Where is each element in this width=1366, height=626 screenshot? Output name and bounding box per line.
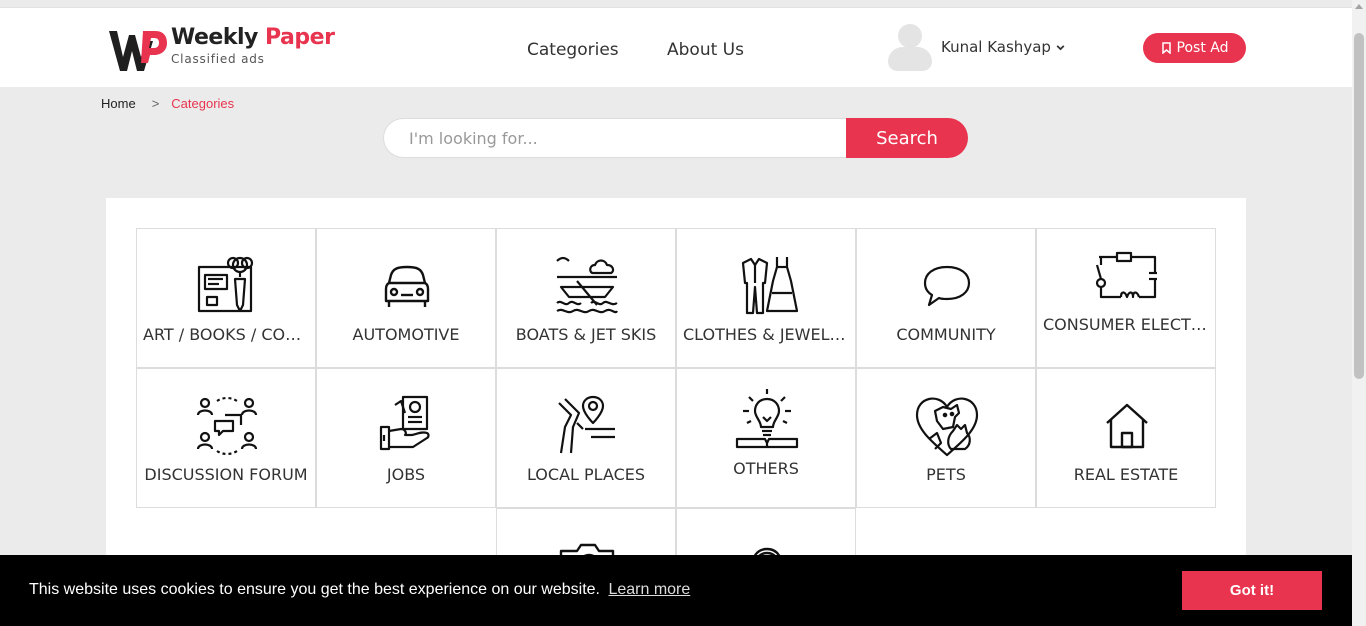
logo-title-weekly: Weekly — [171, 25, 258, 50]
category-label: DISCUSSION FORUM — [144, 465, 308, 484]
speech-bubble-icon — [923, 265, 971, 307]
category-tile-automotive[interactable]: AUTOMOTIVE — [316, 228, 496, 368]
category-label: AUTOMOTIVE — [352, 325, 460, 344]
category-tile-community[interactable]: COMMUNITY — [856, 228, 1036, 368]
category-label: LOCAL PLACES — [526, 465, 646, 484]
scrollbar-thumb[interactable] — [1354, 33, 1364, 379]
category-tile-clothes[interactable]: CLOTHES & JEWELRY — [676, 228, 856, 368]
category-tile-discussion-forum[interactable]: DISCUSSION FORUM — [136, 368, 316, 508]
cookie-message-wrapper: This website uses cookies to ensure you … — [29, 581, 690, 599]
category-label: JOBS — [386, 465, 426, 484]
category-tile-real-estate[interactable]: REAL ESTATE — [1036, 368, 1216, 508]
chevron-down-icon — [1056, 44, 1065, 50]
house-icon — [1106, 403, 1148, 449]
category-tile-art-books[interactable]: ART / BOOKS / COLLECTIBLES — [136, 228, 316, 368]
category-label: PETS — [926, 465, 966, 484]
art-books-icon — [197, 256, 254, 313]
category-label: CONSUMER ELECTRONICS — [1043, 315, 1209, 334]
avatar — [887, 22, 933, 72]
cookie-learn-more-link[interactable]: Learn more — [608, 581, 690, 598]
clothes-icon — [741, 257, 799, 315]
category-label: REAL ESTATE — [1073, 465, 1179, 484]
category-label: CLOTHES & JEWELRY — [683, 325, 849, 344]
car-icon — [384, 265, 430, 307]
breadcrumb-separator: > — [151, 96, 160, 111]
bookmark-icon — [1161, 42, 1171, 54]
cookie-message: This website uses cookies to ensure you … — [29, 581, 600, 598]
breadcrumb-home[interactable]: Home — [101, 96, 136, 111]
category-label: OTHERS — [733, 459, 799, 478]
user-menu[interactable]: Kunal Kashyap — [887, 22, 1066, 72]
category-tile-boats[interactable]: BOATS & JET SKIS — [496, 228, 676, 368]
search-button[interactable]: Search — [846, 118, 968, 158]
job-card-icon — [379, 395, 430, 451]
cookie-accept-button[interactable]: Got it! — [1182, 571, 1322, 610]
breadcrumb-current: Categories — [171, 96, 235, 111]
logo-title-paper: Paper — [265, 25, 335, 50]
category-tile-pets[interactable]: PETS — [856, 368, 1036, 508]
post-ad-label: Post Ad — [1176, 40, 1229, 56]
nav-about-us[interactable]: About Us — [667, 40, 744, 60]
post-ad-button[interactable]: Post Ad — [1143, 33, 1246, 63]
user-name: Kunal Kashyap — [941, 38, 1051, 56]
category-tile-jobs[interactable]: JOBS — [316, 368, 496, 508]
location-pin-icon — [558, 395, 615, 454]
pets-heart-icon — [915, 397, 979, 457]
category-tile-consumer-electronics[interactable]: CONSUMER ELECTRONICS — [1036, 228, 1216, 368]
category-label: ART / BOOKS / COLLECTIBLES — [143, 325, 309, 344]
category-tile-others[interactable]: OTHERS — [676, 368, 856, 508]
circuit-icon — [1095, 251, 1157, 299]
site-header: Weekly Paper Classified ads Categories A… — [0, 7, 1352, 87]
breadcrumb: Home > Categories — [101, 96, 234, 111]
discussion-icon — [196, 396, 258, 456]
site-logo[interactable]: Weekly Paper Classified ads — [107, 25, 335, 73]
top-strip — [0, 0, 1352, 7]
cookie-banner: This website uses cookies to ensure you … — [0, 555, 1352, 626]
search-input[interactable] — [383, 118, 846, 158]
category-label: COMMUNITY — [896, 325, 996, 344]
wp-logo-icon — [109, 31, 167, 71]
search-bar: Search — [383, 118, 968, 158]
nav-categories[interactable]: Categories — [527, 40, 619, 60]
lightbulb-book-icon — [735, 389, 799, 449]
page-scrollbar[interactable] — [1352, 0, 1366, 626]
boat-icon — [556, 256, 618, 314]
logo-subtitle: Classified ads — [171, 52, 265, 66]
category-label: BOATS & JET SKIS — [515, 325, 657, 344]
category-tile-local-places[interactable]: LOCAL PLACES — [496, 368, 676, 508]
scroll-up-arrow-icon[interactable] — [1355, 4, 1363, 9]
